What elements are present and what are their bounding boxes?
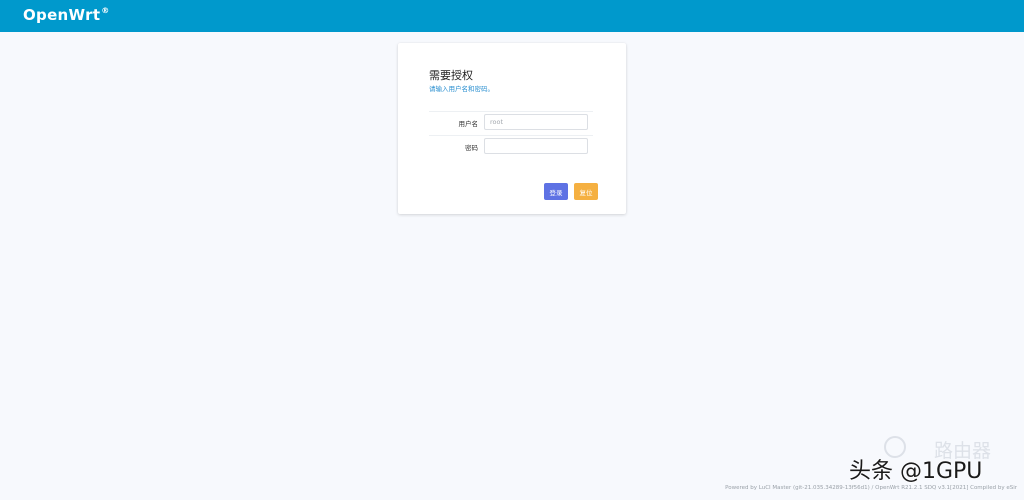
footer-credits: Powered by LuCI Master (git-21.035.34289… — [725, 485, 1017, 491]
form-divider-middle — [429, 135, 593, 136]
login-title: 需要授权 — [429, 69, 473, 82]
login-button[interactable]: 登录 — [544, 183, 568, 200]
brand-name: OpenWrt — [23, 6, 101, 24]
registered-mark: ® — [101, 6, 110, 15]
login-card: 需要授权 请输入用户名和密码。 用户名 密码 登录 复位 — [398, 43, 626, 214]
reset-button[interactable]: 复位 — [574, 183, 598, 200]
login-subtitle: 请输入用户名和密码。 — [429, 85, 494, 93]
brand-logo-link[interactable]: OpenWrt® — [23, 6, 110, 24]
username-label: 用户名 — [458, 120, 479, 128]
top-navbar: OpenWrt® — [0, 0, 1024, 32]
form-divider-top — [429, 111, 593, 112]
password-label: 密码 — [465, 144, 478, 152]
watermark-text: 头条 @1GPU — [849, 459, 983, 484]
username-input[interactable] — [484, 114, 588, 130]
password-input[interactable] — [484, 138, 588, 154]
